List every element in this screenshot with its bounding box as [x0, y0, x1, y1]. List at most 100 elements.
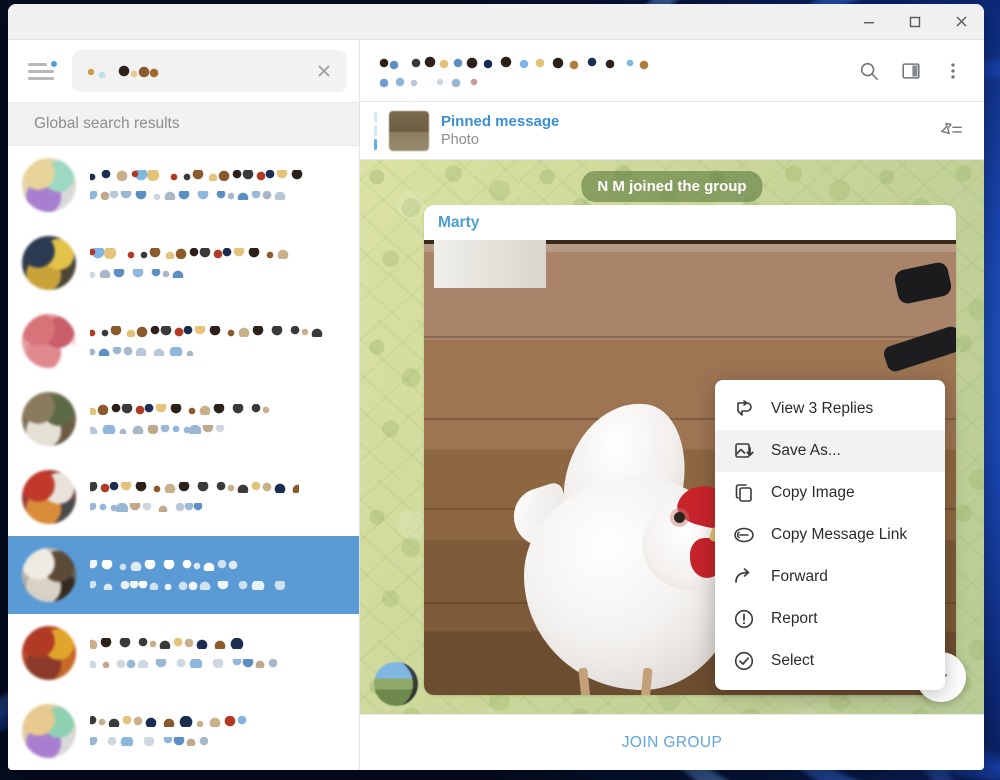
join-group-bar[interactable]: JOIN GROUP — [360, 714, 984, 770]
chat-list-item[interactable] — [8, 692, 359, 770]
chat-item-title-redacted — [90, 326, 325, 337]
context-menu-item-label: View 3 Replies — [771, 400, 874, 417]
chat-list[interactable] — [8, 146, 359, 770]
chat-item-preview-redacted — [90, 503, 209, 512]
clear-search-button[interactable] — [311, 58, 337, 84]
context-menu-item-forward[interactable]: Forward — [715, 556, 945, 598]
message-sender-name: Marty — [438, 214, 480, 231]
chat-list-item[interactable] — [8, 224, 359, 302]
chat-item-preview-redacted — [90, 659, 277, 668]
main-menu-button[interactable] — [22, 51, 62, 91]
title-bar — [8, 4, 984, 40]
chat-item-preview-redacted — [90, 425, 233, 434]
avatar — [22, 548, 76, 602]
replies-icon — [733, 398, 755, 420]
context-menu-item-save-as[interactable]: Save As... — [715, 430, 945, 472]
chat-list-item[interactable] — [8, 380, 359, 458]
global-search-results-header: Global search results — [8, 102, 359, 146]
pin-mark — [374, 111, 377, 123]
maximize-icon — [909, 16, 921, 27]
search-row — [8, 40, 359, 102]
chat-list-item[interactable] — [8, 536, 359, 614]
chat-item-texts — [90, 560, 345, 590]
avatar — [22, 314, 76, 368]
search-icon — [860, 62, 879, 80]
chat-item-texts — [90, 482, 345, 512]
context-menu-item-label: Copy Image — [771, 484, 855, 501]
chat-list-item[interactable] — [8, 146, 359, 224]
pinned-texts: Pinned message Photo — [441, 113, 918, 148]
pinned-messages-list-button[interactable] — [930, 110, 972, 152]
chat-search-button[interactable] — [848, 50, 890, 92]
chat-item-title-redacted — [90, 404, 278, 415]
chat-subtitle-redacted — [378, 76, 528, 88]
chat-list-item[interactable] — [8, 458, 359, 536]
chat-item-texts — [90, 170, 345, 200]
photo-object — [893, 260, 953, 306]
message-author-avatar[interactable] — [374, 662, 418, 706]
chat-item-texts — [90, 404, 345, 434]
chat-item-title-redacted — [90, 638, 250, 649]
burger-line — [28, 69, 54, 73]
chat-item-preview-redacted — [90, 347, 194, 356]
toggle-info-panel-icon — [902, 62, 920, 79]
chat-title-block[interactable] — [378, 54, 848, 88]
chat-item-title-redacted — [90, 716, 250, 727]
pinned-title: Pinned message — [441, 113, 560, 130]
context-menu-item-select[interactable]: Select — [715, 640, 945, 682]
more-options-button[interactable] — [932, 50, 974, 92]
chat-item-texts — [90, 248, 345, 278]
chat-item-preview-redacted — [90, 191, 287, 200]
chat-item-texts — [90, 716, 345, 746]
pin-list-icon — [941, 122, 962, 134]
close-icon — [956, 16, 966, 27]
menu-badge-dot — [49, 59, 59, 69]
avatar — [22, 236, 76, 290]
burger-line — [28, 76, 54, 80]
chat-item-title-redacted — [90, 560, 245, 571]
context-menu-item-label: Report — [771, 610, 818, 627]
pinned-index-marks — [374, 111, 377, 150]
chat-item-preview-redacted — [90, 581, 285, 590]
chat-item-title-redacted — [90, 170, 305, 181]
avatar — [22, 626, 76, 680]
chat-item-texts — [90, 326, 345, 356]
search-input[interactable] — [72, 50, 347, 92]
context-menu-item-copy-message-link[interactable]: Copy Message Link — [715, 514, 945, 556]
message-context-menu[interactable]: View 3 Replies Save As... Copy Image Copy M… — [715, 380, 945, 690]
chat-list-item[interactable] — [8, 614, 359, 692]
pin-mark — [374, 138, 377, 150]
photo-plank — [424, 336, 956, 338]
context-menu-item-copy-image[interactable]: Copy Image — [715, 472, 945, 514]
save-image-icon — [733, 440, 755, 462]
close-button[interactable] — [938, 4, 984, 40]
chat-header — [360, 40, 984, 102]
chat-title-redacted — [378, 55, 668, 70]
context-menu-item-view-3-replies[interactable]: View 3 Replies — [715, 388, 945, 430]
chat-item-title-redacted — [90, 482, 299, 493]
report-exclamation-icon — [733, 608, 755, 630]
join-group-button[interactable]: JOIN GROUP — [622, 734, 722, 752]
link-icon — [733, 524, 755, 546]
chicken-eye — [674, 512, 685, 523]
message-area[interactable]: N M joined the group Marty View 3 Replie… — [360, 160, 984, 714]
avatar — [22, 158, 76, 212]
minimize-button[interactable] — [846, 4, 892, 40]
pinned-message-bar[interactable]: Pinned message Photo — [360, 102, 984, 160]
chat-item-preview-redacted — [90, 737, 208, 746]
chat-item-title-redacted — [90, 248, 290, 259]
sidebar: Global search results — [8, 40, 360, 770]
maximize-button[interactable] — [892, 4, 938, 40]
pinned-thumbnail — [389, 110, 429, 151]
toggle-info-panel-button[interactable] — [890, 50, 932, 92]
select-check-icon — [733, 650, 755, 672]
close-icon — [318, 65, 330, 77]
context-menu-item-label: Copy Message Link — [771, 526, 908, 543]
context-menu-item-report[interactable]: Report — [715, 598, 945, 640]
chat-pane: Pinned message Photo N M joined the grou… — [360, 40, 984, 770]
context-menu-item-label: Select — [771, 652, 815, 669]
telegram-window: Global search results Pinned message Pho… — [8, 4, 984, 770]
chat-list-item[interactable] — [8, 302, 359, 380]
copy-icon — [733, 482, 755, 504]
pin-mark — [374, 125, 377, 136]
